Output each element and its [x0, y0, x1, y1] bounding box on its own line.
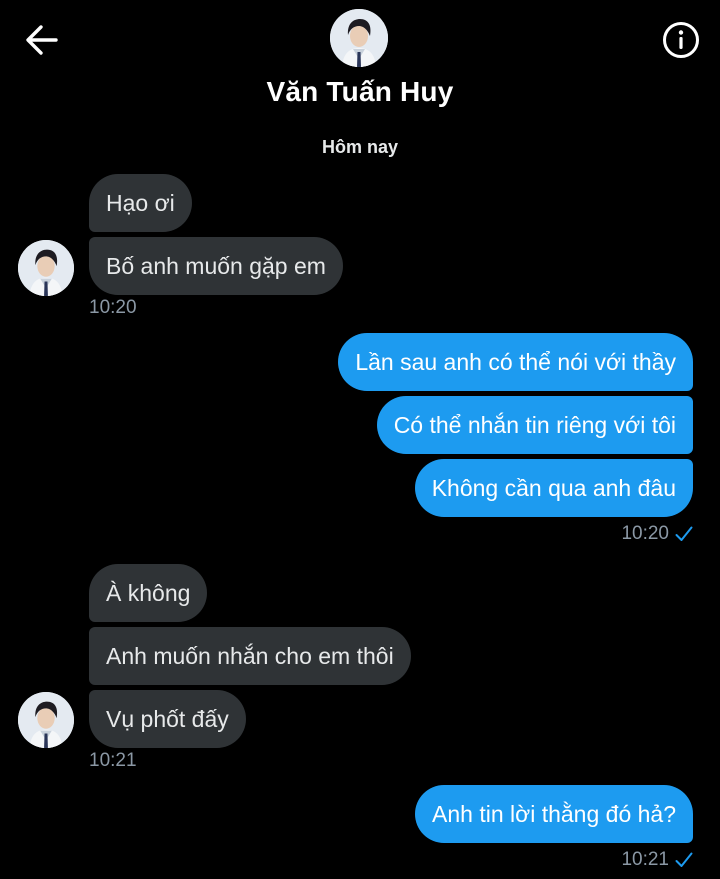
read-check-icon [675, 852, 693, 867]
back-button[interactable] [22, 20, 62, 60]
incoming-message-bubble[interactable]: Vụ phốt đấy [89, 690, 246, 748]
outgoing-message-bubble[interactable]: Anh tin lời thằng đó hả? [415, 785, 693, 843]
avatar-photo [18, 240, 74, 296]
message-timestamp-row: 10:21 [621, 849, 693, 871]
message-timestamp: 10:21 [621, 849, 669, 870]
date-separator: Hôm nay [321, 137, 399, 157]
sender-avatar[interactable] [18, 692, 74, 748]
outgoing-message-bubble[interactable]: Lần sau anh có thể nói với thầy [338, 333, 693, 391]
contact-avatar[interactable] [330, 9, 388, 67]
message-timestamp: 10:20 [89, 297, 137, 318]
outgoing-message-bubble[interactable]: Không cần qua anh đâu [414, 459, 693, 517]
incoming-message-bubble[interactable]: Hạo ơi [89, 174, 192, 232]
contact-name[interactable]: Văn Tuấn Huy [0, 76, 720, 108]
message-timestamp: 10:20 [621, 523, 669, 544]
info-button[interactable] [660, 19, 702, 61]
incoming-message-bubble[interactable]: Bố anh muốn gặp em [89, 237, 343, 295]
avatar-photo [18, 692, 74, 748]
sender-avatar[interactable] [18, 240, 74, 296]
incoming-message-bubble[interactable]: Anh muốn nhắn cho em thôi [89, 627, 411, 685]
info-icon [663, 22, 699, 58]
incoming-message-bubble[interactable]: À không [89, 564, 208, 622]
message-timestamp-row: 10:20 [621, 523, 693, 545]
read-check-icon [675, 526, 693, 541]
message-timestamp: 10:21 [89, 750, 137, 771]
outgoing-message-bubble[interactable]: Có thể nhắn tin riêng với tôi [376, 396, 693, 454]
avatar-photo [330, 9, 388, 67]
arrow-left-icon [26, 25, 58, 55]
